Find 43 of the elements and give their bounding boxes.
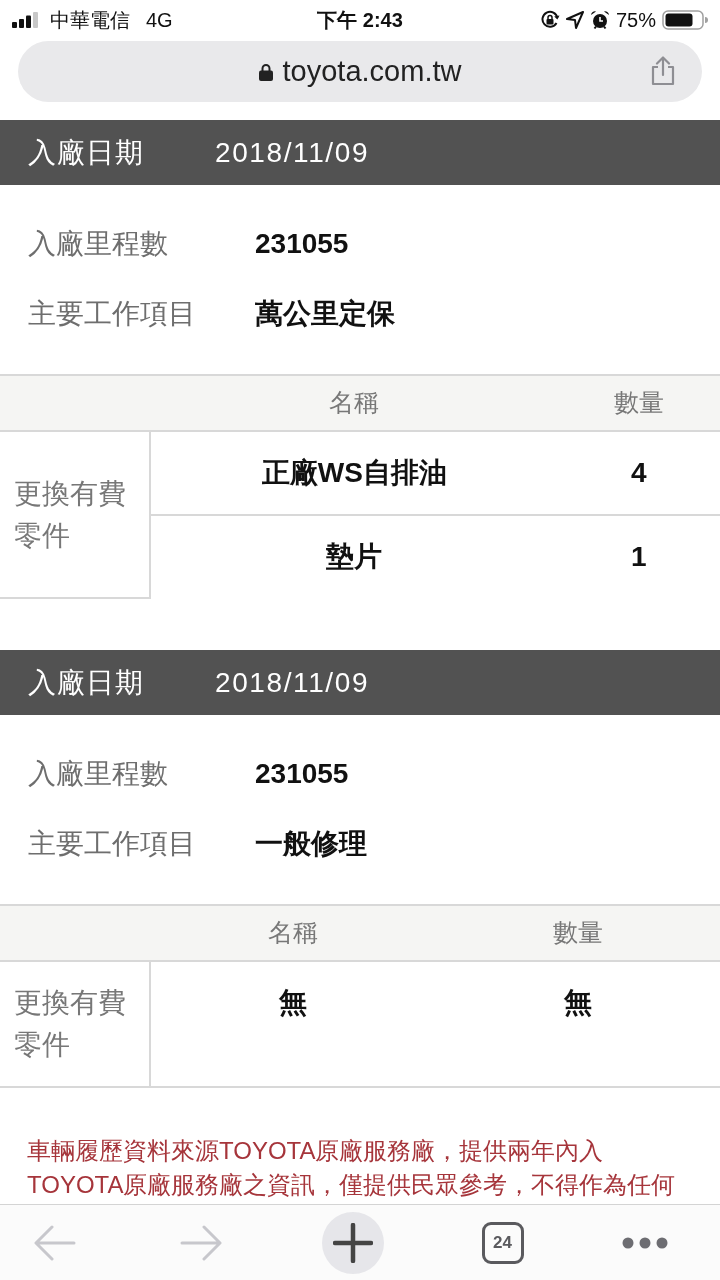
field-value: 萬公里定保 [255,297,395,331]
date-label: 入廠日期 [28,135,145,170]
column-header: 名稱 [150,375,558,431]
url-text: toyota.com.tw [282,53,462,89]
part-quantity: 4 [557,431,720,515]
date-value: 2018/11/09 [215,665,370,700]
carrier-name: 中華電信 [50,8,130,33]
battery-icon [662,10,708,30]
right-arrow-icon [179,1224,222,1261]
clock-time: 下午 2:43 [317,8,403,33]
part-name: 無 [150,961,435,1087]
part-name: 墊片 [150,515,558,598]
location-arrow-icon [565,11,584,29]
row-label: 更換有費零件 [0,961,150,1087]
field-value: 231055 [255,227,349,261]
address-bar[interactable]: toyota.com.tw [18,41,702,102]
more-icon [622,1236,668,1249]
field-label: 入廠里程數 [28,757,169,791]
field-label: 主要工作項目 [28,297,197,331]
column-header: 名稱 [150,905,435,961]
row-label: 更換有費零件 [0,431,150,598]
network-type: 4G [146,8,173,33]
signal-icon [12,12,38,28]
date-value: 2018/11/09 [215,135,370,170]
battery-percent: 75% [615,8,656,33]
field-value: 一般修理 [255,827,367,861]
alarm-clock-icon [589,10,610,30]
plus-icon [333,1222,373,1263]
date-label: 入廠日期 [28,665,145,700]
column-header: 數量 [557,375,720,431]
part-name: 正廠WS自排油 [150,431,558,515]
disclaimer-text: 車輛履歷資料來源TOYOTA原廠服務廠，提供兩年內入TOYOTA原廠服務廠之資訊，僅提供民眾參考，不得作為任何 [26,1136,677,1200]
share-icon[interactable] [650,56,676,86]
part-quantity: 1 [557,515,720,598]
part-quantity: 無 [435,961,720,1087]
column-header: 數量 [435,905,720,961]
field-value: 231055 [255,757,349,791]
left-arrow-icon [34,1224,76,1261]
tabs-button[interactable]: 24 [481,1221,524,1264]
rotation-lock-icon [539,10,560,30]
field-label: 入廠里程數 [28,227,169,261]
lock-icon [258,62,273,81]
field-label: 主要工作項目 [28,827,197,861]
